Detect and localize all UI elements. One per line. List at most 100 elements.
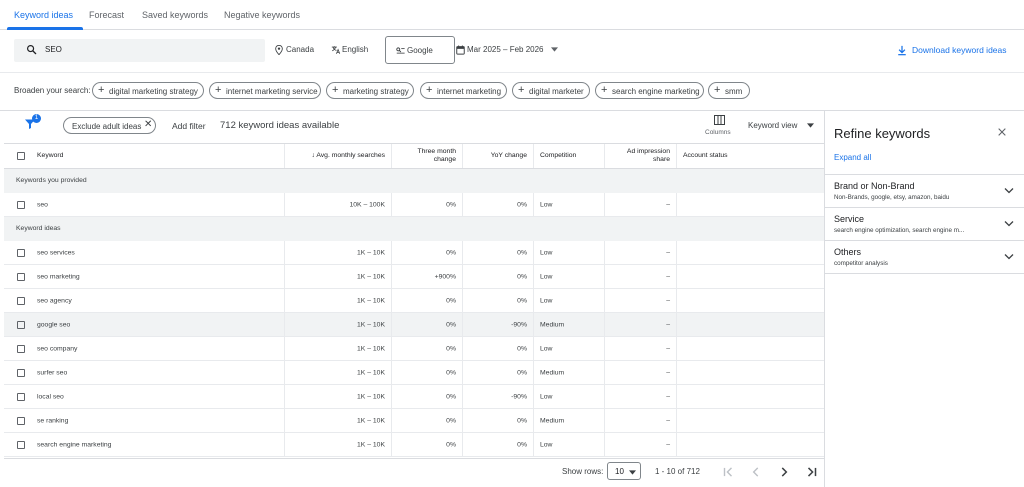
expand-all-link[interactable]: Expand all [834, 153, 871, 162]
exclude-adult-ideas-chip[interactable]: Exclude adult ideas ✕ [63, 117, 156, 134]
first-page-icon[interactable] [721, 465, 735, 479]
close-icon[interactable] [997, 127, 1007, 137]
cell-keyword[interactable]: seo [37, 201, 48, 208]
search-icon [27, 45, 37, 55]
side-panel-divider [824, 110, 825, 487]
row-checkbox[interactable] [17, 320, 25, 329]
search-input[interactable]: SEO [14, 39, 265, 62]
broaden-search-label: Broaden your search: [14, 86, 91, 95]
next-page-icon[interactable] [777, 465, 791, 479]
broaden-chip[interactable]: + internet marketing [420, 82, 507, 99]
language-label: English [342, 45, 369, 54]
plus-icon: + [714, 84, 721, 96]
row-checkbox[interactable] [17, 248, 25, 257]
col-competition[interactable]: Competition [540, 152, 576, 160]
cell-keyword[interactable]: surfer seo [37, 369, 67, 376]
broaden-chip[interactable]: + internet marketing service [209, 82, 321, 99]
tab-keyword-ideas[interactable]: Keyword ideas [14, 10, 73, 20]
row-checkbox[interactable] [17, 440, 25, 449]
facet-others[interactable]: Others competitor analysis [825, 240, 1024, 273]
select-all-checkbox[interactable] [17, 152, 25, 160]
cell-keyword[interactable]: seo services [37, 249, 75, 256]
cell-ad-impression-share: – [666, 321, 670, 328]
table-row[interactable]: seo agency 1K – 10K 0% 0% Low – [4, 289, 824, 313]
cell-competition: Medium [540, 369, 565, 376]
divider [825, 273, 1024, 274]
plus-icon: + [426, 84, 433, 96]
tab-forecast[interactable]: Forecast [89, 10, 124, 20]
col-three-month-change[interactable]: Three month change [417, 148, 456, 164]
row-checkbox[interactable] [17, 344, 25, 353]
col-keyword[interactable]: Keyword [37, 152, 63, 160]
table-row[interactable]: seo 10K – 100K 0% 0% Low – [4, 193, 824, 217]
cell-ad-impression-share: – [666, 369, 670, 376]
col-yoy-change[interactable]: YoY change [491, 152, 527, 160]
chevron-down-icon [1004, 188, 1014, 194]
active-tab-indicator [7, 27, 83, 30]
add-filter-button[interactable]: Add filter [172, 121, 206, 131]
table-row[interactable]: surfer seo 1K – 10K 0% 0% Medium – [4, 361, 824, 385]
cell-keyword[interactable]: search engine marketing [37, 441, 111, 448]
cell-three-month-change: +900% [434, 273, 456, 280]
table-row[interactable]: se ranking 1K – 10K 0% 0% Medium – [4, 409, 824, 433]
cell-three-month-change: 0% [446, 321, 456, 328]
table-row[interactable]: search engine marketing 1K – 10K 0% 0% Low – [4, 433, 824, 457]
cell-keyword[interactable]: seo marketing [37, 273, 80, 280]
cell-three-month-change: 0% [446, 441, 456, 448]
tab-saved-keywords[interactable]: Saved keywords [142, 10, 208, 20]
col-ad-impression-share[interactable]: Ad impression share [627, 148, 670, 164]
cell-competition: Low [540, 273, 553, 280]
col-avg-monthly-searches[interactable]: ↓ Avg. monthly searches [311, 152, 385, 160]
cell-keyword[interactable]: google seo [37, 321, 70, 328]
col-account-status[interactable]: Account status [683, 152, 728, 160]
table-header: Keyword ↓ Avg. monthly searches Three mo… [4, 143, 824, 169]
table-row[interactable]: seo services 1K – 10K 0% 0% Low – [4, 241, 824, 265]
cell-yoy-change: 0% [517, 345, 527, 352]
cell-ad-impression-share: – [666, 393, 670, 400]
cell-three-month-change: 0% [446, 201, 456, 208]
cell-keyword[interactable]: seo agency [37, 297, 72, 304]
columns-icon [714, 115, 725, 125]
keyword-view-selector[interactable]: Keyword view [748, 121, 797, 130]
cell-three-month-change: 0% [446, 249, 456, 256]
cell-avg-monthly-searches: 1K – 10K [357, 297, 385, 304]
facet-service[interactable]: Service search engine optimization, sear… [825, 207, 1024, 240]
broaden-chip[interactable]: + marketing strategy [326, 82, 414, 99]
row-checkbox[interactable] [17, 296, 25, 305]
table-row[interactable]: google seo 1K – 10K 0% -90% Medium – [4, 313, 824, 337]
row-checkbox[interactable] [17, 392, 25, 401]
broaden-chip[interactable]: + digital marketer [512, 82, 590, 99]
download-label: Download keyword ideas [912, 45, 1007, 55]
cell-avg-monthly-searches: 1K – 10K [357, 273, 385, 280]
columns-button[interactable]: Columns [704, 114, 736, 138]
cell-three-month-change: 0% [446, 417, 456, 424]
chevron-down-icon [1004, 254, 1014, 260]
broaden-chip[interactable]: + search engine marketing [595, 82, 704, 99]
row-checkbox[interactable] [17, 368, 25, 377]
divider [0, 72, 1024, 73]
cell-keyword[interactable]: local seo [37, 393, 64, 400]
row-checkbox[interactable] [17, 272, 25, 281]
cell-keyword[interactable]: se ranking [37, 417, 68, 424]
last-page-icon[interactable] [805, 465, 819, 479]
plus-icon: + [601, 84, 608, 96]
network-selector[interactable]: Google [385, 36, 455, 64]
cell-keyword[interactable]: seo company [37, 345, 77, 352]
table-row[interactable]: seo company 1K – 10K 0% 0% Low – [4, 337, 824, 361]
table-row[interactable]: seo marketing 1K – 10K +900% 0% Low – [4, 265, 824, 289]
cell-yoy-change: -90% [511, 393, 527, 400]
row-checkbox[interactable] [17, 416, 25, 425]
broaden-chip[interactable]: + smm [708, 82, 750, 99]
cell-three-month-change: 0% [446, 369, 456, 376]
cell-avg-monthly-searches: 1K – 10K [357, 321, 385, 328]
section-header-ideas: Keyword ideas [4, 217, 824, 241]
previous-page-icon[interactable] [749, 465, 763, 479]
row-checkbox[interactable] [17, 200, 25, 209]
cell-yoy-change: 0% [517, 417, 527, 424]
facet-brand-or-non-brand[interactable]: Brand or Non-Brand Non-Brands, google, e… [825, 174, 1024, 207]
rows-per-page-select[interactable]: 10 [607, 462, 641, 480]
tab-negative-keywords[interactable]: Negative keywords [224, 10, 300, 20]
close-icon[interactable]: ✕ [144, 119, 152, 130]
broaden-chip[interactable]: + digital marketing strategy [92, 82, 204, 99]
table-row[interactable]: local seo 1K – 10K 0% -90% Low – [4, 385, 824, 409]
